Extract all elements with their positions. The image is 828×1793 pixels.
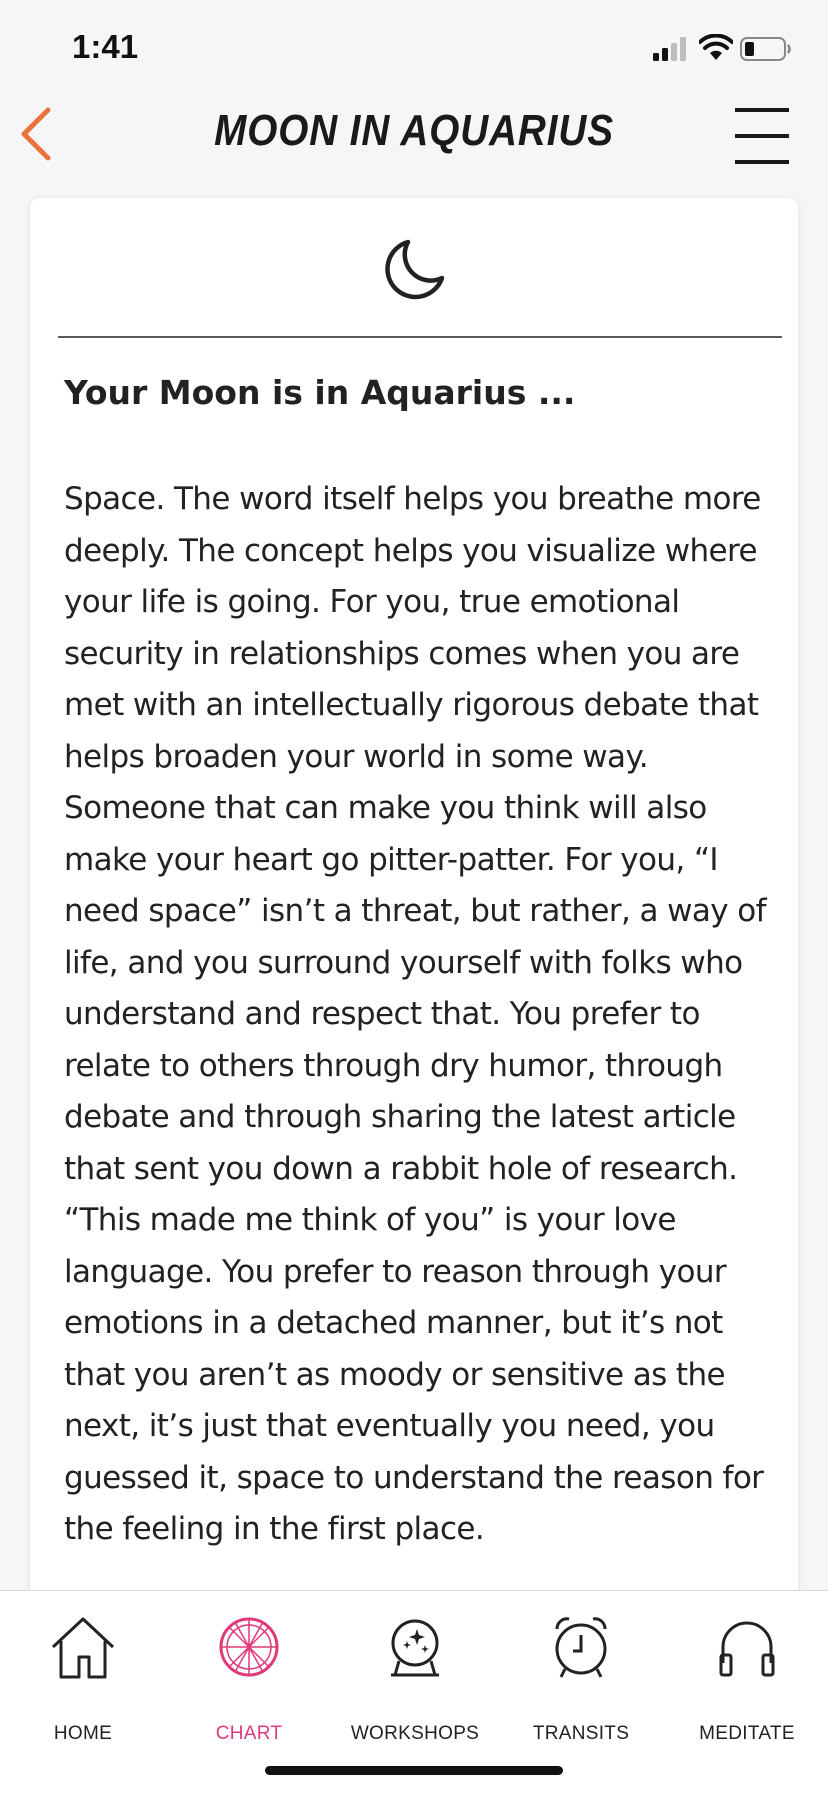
tab-bar: HOME CHART WORKSHOPS TRANSITS MEDITATE [0, 1590, 828, 1793]
menu-button[interactable] [735, 106, 789, 166]
menu-icon-bar [735, 134, 789, 138]
content-card: Your Moon is in Aquarius ... Space. The … [30, 198, 798, 1598]
home-indicator[interactable] [265, 1766, 563, 1775]
battery-icon [740, 37, 791, 61]
divider [58, 336, 782, 338]
tab-label: MEDITATE [699, 1723, 795, 1744]
menu-icon-bar [735, 160, 789, 164]
house-icon [51, 1617, 115, 1679]
card-body-text: Space. The word itself helps you breathe… [64, 481, 767, 1547]
tab-workshops[interactable]: WORKSHOPS [332, 1611, 498, 1744]
card-subtitle: Your Moon is in Aquarius ... [64, 373, 576, 412]
page-title: MOON IN AQUARIUS [214, 106, 614, 155]
menu-icon-bar [735, 108, 789, 112]
tab-home[interactable]: HOME [0, 1611, 166, 1744]
moon-icon [385, 239, 445, 300]
signal-icon [653, 37, 686, 61]
tab-label: CHART [215, 1723, 283, 1744]
tab-label: WORKSHOPS [350, 1723, 480, 1744]
tab-chart[interactable]: CHART [166, 1611, 332, 1744]
tab-label: HOME [53, 1723, 113, 1744]
tab-meditate[interactable]: MEDITATE [664, 1611, 828, 1744]
tab-label: TRANSITS [532, 1723, 630, 1744]
status-bar: 1:41 [0, 0, 828, 100]
headphones-icon [719, 1621, 775, 1677]
wifi-icon [699, 34, 733, 60]
chart-wheel-icon [219, 1617, 279, 1677]
tab-transits[interactable]: TRANSITS [498, 1611, 664, 1744]
crystal-ball-icon [391, 1619, 439, 1677]
status-time: 1:41 [72, 28, 139, 65]
alarm-clock-icon [555, 1617, 607, 1678]
